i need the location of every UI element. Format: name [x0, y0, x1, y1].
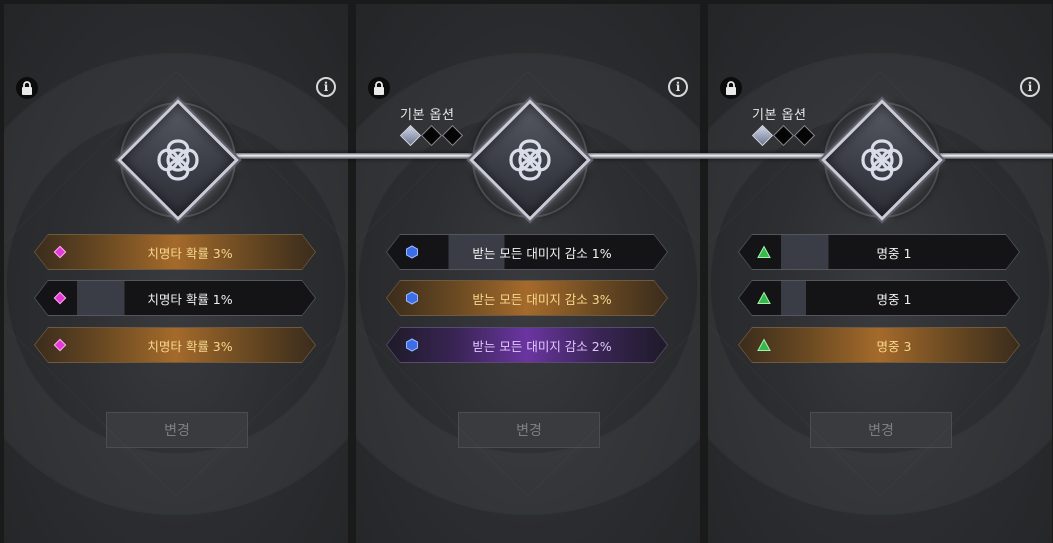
option-text: 받는 모든 대미지 감소 2%	[472, 338, 612, 354]
rune-panel-2: i 기본 옵션 받는 모든 대미지 감소 1% 받는 모든 대미지 감소 3%	[356, 4, 700, 543]
option-row-1: 받는 모든 대미지 감소 1%	[386, 234, 668, 270]
info-icon[interactable]: i	[316, 77, 336, 97]
option-row-2: 받는 모든 대미지 감소 3%	[386, 280, 668, 316]
option-text: 받는 모든 대미지 감소 1%	[472, 245, 612, 261]
option-text: 받는 모든 대미지 감소 3%	[472, 291, 612, 307]
pink-diamond-icon	[53, 245, 67, 259]
rune-emblem	[469, 99, 591, 221]
blue-hexagon-icon	[406, 245, 418, 259]
option-text: 명중 1	[876, 245, 912, 261]
blue-hexagon-icon	[406, 291, 418, 305]
connector-bar	[930, 153, 1053, 159]
change-button[interactable]: 변경	[106, 412, 248, 448]
option-row-3: 받는 모든 대미지 감소 2%	[386, 327, 668, 363]
base-option-label: 기본 옵션	[400, 108, 455, 123]
base-option-gems	[751, 124, 816, 147]
option-text: 치명타 확률 1%	[147, 291, 233, 307]
celtic-knot-icon	[509, 139, 551, 181]
option-text: 명중 1	[876, 291, 912, 307]
rune-panel-3: i 기본 옵션 명중 1 명중 1 명중 3 변경	[708, 4, 1052, 543]
option-row-3: 치명타 확률 3%	[34, 327, 316, 363]
pink-diamond-icon	[53, 338, 67, 352]
option-row-2: 명중 1	[738, 280, 1020, 316]
gem-filled-icon	[751, 124, 774, 147]
gem-empty-icon	[441, 124, 464, 147]
connector-bar	[226, 153, 488, 159]
lock-icon[interactable]	[368, 77, 390, 99]
rune-panel-1: i 치명타 확률 3% 치명타 확률 1% 치명타 확률 3% 변경	[4, 4, 348, 543]
info-icon[interactable]: i	[668, 77, 688, 97]
green-triangle-icon	[757, 245, 771, 258]
option-row-1: 명중 1	[738, 234, 1020, 270]
lock-icon[interactable]	[720, 77, 742, 99]
option-text: 명중 3	[876, 338, 912, 354]
green-triangle-icon	[757, 338, 771, 351]
base-option-gems	[399, 124, 464, 147]
option-text: 치명타 확률 3%	[147, 245, 233, 261]
blue-hexagon-icon	[406, 338, 418, 352]
rune-emblem	[821, 99, 943, 221]
gem-empty-icon	[793, 124, 816, 147]
change-button[interactable]: 변경	[810, 412, 952, 448]
celtic-knot-icon	[157, 139, 199, 181]
gem-filled-icon	[399, 124, 422, 147]
rune-emblem	[117, 99, 239, 221]
gem-empty-icon	[772, 124, 795, 147]
option-row-2: 치명타 확률 1%	[34, 280, 316, 316]
option-text: 치명타 확률 3%	[147, 338, 233, 354]
pink-diamond-icon	[53, 291, 67, 305]
celtic-knot-icon	[861, 139, 903, 181]
option-row-1: 치명타 확률 3%	[34, 234, 316, 270]
gem-empty-icon	[420, 124, 443, 147]
base-option-label: 기본 옵션	[752, 108, 807, 123]
connector-bar	[578, 153, 840, 159]
option-row-3: 명중 3	[738, 327, 1020, 363]
green-triangle-icon	[757, 291, 771, 304]
change-button[interactable]: 변경	[458, 412, 600, 448]
info-icon[interactable]: i	[1020, 77, 1040, 97]
lock-icon[interactable]	[16, 77, 38, 99]
